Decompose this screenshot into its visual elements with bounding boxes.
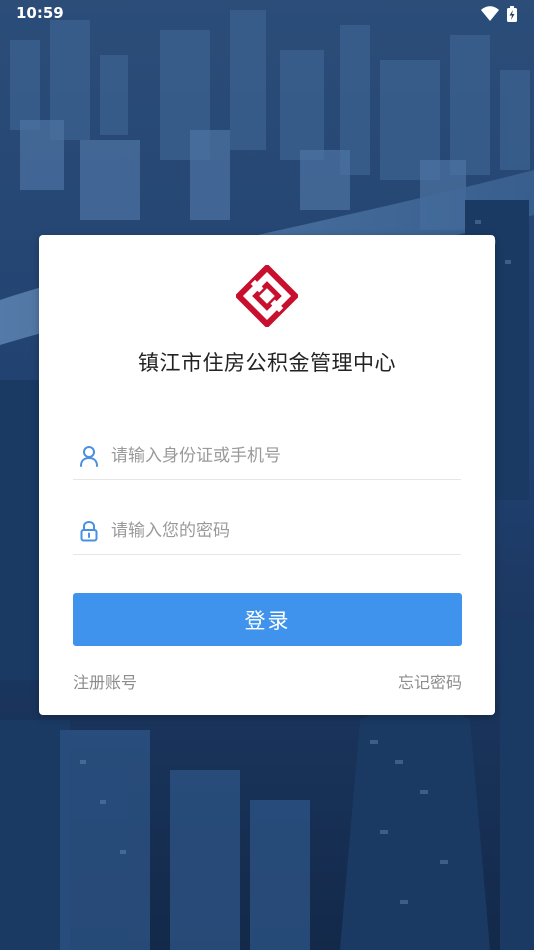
wifi-icon	[481, 6, 499, 21]
login-card: 镇江市住房公积金管理中心 登录 注册账号 忘记密码	[39, 235, 495, 715]
org-name: 镇江市住房公积金管理中心	[138, 351, 396, 375]
battery-charging-icon	[507, 6, 517, 22]
username-field-row	[73, 435, 461, 480]
lock-icon	[80, 520, 98, 542]
password-field-row	[73, 510, 461, 555]
register-link[interactable]: 注册账号	[73, 669, 137, 693]
status-time: 10:59	[16, 4, 64, 22]
login-button[interactable]: 登录	[73, 593, 462, 646]
login-screen: 10:59 镇江市住房公积金管理中心 请输入身份证或手机号 登录 注册账号 忘记…	[0, 0, 534, 950]
username-input[interactable]	[111, 441, 451, 471]
user-icon	[80, 446, 98, 467]
password-input[interactable]	[111, 516, 451, 546]
forgot-password-link[interactable]: 忘记密码	[398, 669, 462, 693]
status-bar: 10:59	[0, 0, 534, 28]
housing-fund-logo	[236, 265, 298, 327]
status-icons	[481, 6, 517, 22]
